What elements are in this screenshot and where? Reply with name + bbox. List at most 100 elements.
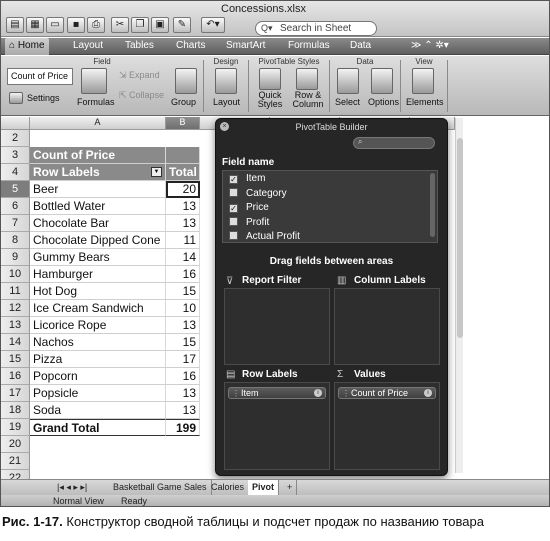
select-all-corner[interactable]: [1, 117, 30, 130]
info-icon[interactable]: i: [424, 389, 432, 397]
tab-tables[interactable]: Tables: [125, 40, 154, 51]
pivot-row-value[interactable]: 13: [166, 215, 200, 232]
pivot-row-label[interactable]: Licorice Rope: [30, 317, 166, 334]
row-header[interactable]: 7: [1, 215, 30, 232]
column-labels-area[interactable]: [334, 288, 440, 365]
pivot-row-value[interactable]: 15: [166, 283, 200, 300]
row-header[interactable]: 16: [1, 368, 30, 385]
tab-home[interactable]: ⌂ Home: [5, 38, 49, 55]
pivot-row-label[interactable]: Ice Cream Sandwich: [30, 300, 166, 317]
row-header[interactable]: 20: [1, 436, 30, 453]
elements-icon[interactable]: [412, 68, 434, 94]
row-header[interactable]: 6: [1, 198, 30, 215]
row-header[interactable]: 18: [1, 402, 30, 419]
quick-styles-icon[interactable]: [259, 68, 281, 90]
pivot-row-label[interactable]: Popsicle: [30, 385, 166, 402]
field-list-item[interactable]: Category: [229, 187, 287, 199]
collapse-button[interactable]: ⇱ Collapse: [119, 90, 164, 101]
field-list[interactable]: ✓ Item Category ✓ Price Profit Actual Profit: [222, 170, 438, 243]
undo-icon[interactable]: ↶▾: [201, 17, 225, 33]
group-icon[interactable]: [175, 68, 197, 94]
report-filter-area[interactable]: [224, 288, 330, 365]
pivot-value-header[interactable]: Count of Price: [30, 147, 166, 164]
sheet-tab-calories[interactable]: Calories: [207, 480, 250, 495]
settings-icon[interactable]: [9, 92, 23, 104]
active-field-input[interactable]: Count of Price: [7, 68, 73, 85]
pivot-row-label[interactable]: Bottled Water: [30, 198, 166, 215]
options-button[interactable]: Options: [368, 97, 399, 107]
row-header[interactable]: 9: [1, 249, 30, 266]
tab-data[interactable]: Data: [350, 40, 371, 51]
field-list-item[interactable]: ✓ Price: [229, 202, 269, 213]
unchecked-checkbox[interactable]: [229, 187, 238, 197]
group-button[interactable]: Group: [171, 97, 196, 107]
settings-button[interactable]: Settings: [27, 93, 60, 103]
pivot-row-label[interactable]: Gummy Bears: [30, 249, 166, 266]
pivot-row-value[interactable]: 11: [166, 232, 200, 249]
row-header[interactable]: 17: [1, 385, 30, 402]
row-header[interactable]: 21: [1, 453, 30, 470]
pivot-row-value[interactable]: 13: [166, 198, 200, 215]
pivot-row-label[interactable]: Pizza: [30, 351, 166, 368]
pivot-row-label[interactable]: Hamburger: [30, 266, 166, 283]
pivot-row-value[interactable]: 20: [166, 181, 200, 198]
pivot-row-label[interactable]: Chocolate Dipped Cone: [30, 232, 166, 249]
open-folder-icon[interactable]: ▭: [46, 17, 64, 33]
row-header[interactable]: 3: [1, 147, 30, 164]
checked-checkbox[interactable]: ✓: [229, 175, 238, 184]
pivot-row-value[interactable]: 16: [166, 368, 200, 385]
pivot-row-value[interactable]: 13: [166, 402, 200, 419]
column-header-b[interactable]: B: [166, 117, 200, 130]
vertical-scrollbar[interactable]: [455, 118, 463, 473]
pivot-row-label[interactable]: Nachos: [30, 334, 166, 351]
row-header[interactable]: 13: [1, 317, 30, 334]
expand-button[interactable]: ⇲ Expand: [119, 70, 160, 81]
grand-total-label[interactable]: Grand Total: [30, 419, 166, 436]
row-header[interactable]: 10: [1, 266, 30, 283]
elements-button[interactable]: Elements: [406, 97, 444, 107]
unchecked-checkbox[interactable]: [229, 216, 238, 226]
row-labels-filter-button[interactable]: ▼: [151, 167, 162, 177]
tab-charts[interactable]: Charts: [176, 40, 205, 51]
options-icon[interactable]: [371, 68, 393, 94]
formulas-button[interactable]: Formulas: [77, 97, 115, 107]
row-header[interactable]: 22: [1, 470, 30, 479]
field-list-scrollbar[interactable]: [430, 173, 435, 237]
pivot-row-label[interactable]: Beer: [30, 181, 166, 198]
value-field-pill-count-of-price[interactable]: ⋮ Count of Price i: [338, 387, 436, 399]
layout-icon[interactable]: [215, 68, 237, 94]
add-sheet-button[interactable]: +: [283, 480, 298, 495]
fx-formulas-icon[interactable]: [81, 68, 107, 94]
pivot-row-value[interactable]: 15: [166, 334, 200, 351]
row-header[interactable]: 4: [1, 164, 30, 181]
search-input[interactable]: Q▾ Search in Sheet: [255, 21, 377, 36]
tab-layout[interactable]: Layout: [73, 40, 103, 51]
new-document-icon[interactable]: ▤: [6, 17, 24, 33]
sheet-tab-pivot[interactable]: Pivot: [248, 480, 280, 495]
row-labels-header[interactable]: Row Labels ▼: [30, 164, 166, 181]
column-header-a[interactable]: A: [30, 117, 166, 130]
row-header[interactable]: 5: [1, 181, 30, 198]
format-brush-icon[interactable]: ✎: [173, 17, 191, 33]
tab-formulas[interactable]: Formulas: [288, 40, 330, 51]
field-list-item[interactable]: Profit: [229, 216, 269, 228]
row-column-icon[interactable]: [296, 68, 318, 90]
pivot-row-value[interactable]: 13: [166, 317, 200, 334]
layout-button[interactable]: Layout: [213, 97, 240, 107]
pivot-row-value[interactable]: 13: [166, 385, 200, 402]
row-field-pill-item[interactable]: ⋮ Item i: [228, 387, 326, 399]
cut-icon[interactable]: ✂: [111, 17, 129, 33]
paste-icon[interactable]: ▣: [151, 17, 169, 33]
select-button[interactable]: Select: [335, 97, 360, 107]
row-header[interactable]: 12: [1, 300, 30, 317]
print-icon[interactable]: ⎙: [87, 17, 105, 33]
pivot-header-blank[interactable]: [166, 147, 200, 164]
builder-search-input[interactable]: ⌕: [353, 137, 435, 149]
sheet-tab-basketball-game-sales[interactable]: Basketball Game Sales: [109, 480, 212, 495]
select-icon[interactable]: [337, 68, 359, 94]
checked-checkbox[interactable]: ✓: [229, 204, 238, 213]
info-icon[interactable]: i: [314, 389, 322, 397]
pivot-row-label[interactable]: Hot Dog: [30, 283, 166, 300]
row-header[interactable]: 8: [1, 232, 30, 249]
templates-icon[interactable]: ▦: [26, 17, 44, 33]
